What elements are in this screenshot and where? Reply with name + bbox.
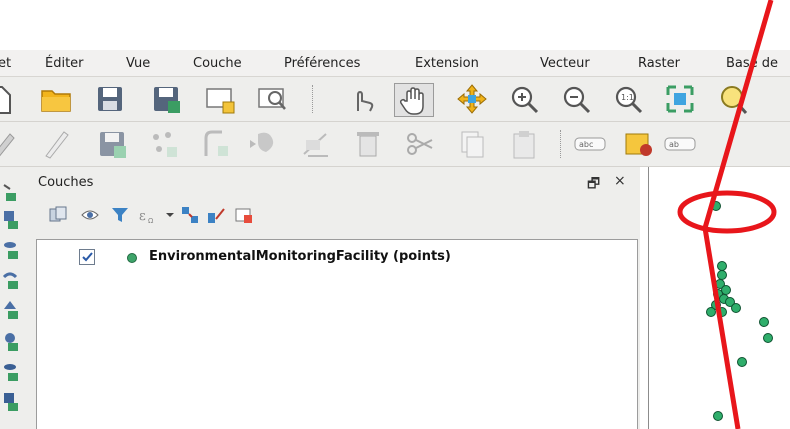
toolbar-separator (560, 130, 562, 158)
layer-name: EnvironmentalMonitoringFacility (points) (149, 249, 451, 264)
zoom-full-icon[interactable] (664, 83, 696, 115)
close-panel-button[interactable]: × (614, 173, 626, 189)
chevron-down-icon[interactable] (160, 205, 180, 225)
map-point[interactable] (706, 307, 716, 317)
point-symbol-icon (127, 253, 137, 263)
cut-features-icon[interactable] (404, 128, 436, 160)
add-mssql-layer-icon[interactable] (2, 299, 24, 321)
add-wms-layer-icon[interactable] (2, 361, 24, 383)
file-navigation-toolbar: 1:1 (0, 77, 790, 122)
map-point[interactable] (717, 307, 727, 317)
map-point[interactable] (763, 333, 773, 343)
svg-text:abc: abc (579, 140, 593, 149)
layer-styling-icon[interactable] (48, 205, 68, 225)
add-oracle-layer-icon[interactable] (2, 331, 24, 353)
delete-selected-icon[interactable] (300, 128, 332, 160)
svg-text:ab: ab (669, 140, 679, 149)
current-edits-icon[interactable] (0, 128, 18, 160)
add-postgis-layer-icon[interactable] (2, 239, 24, 261)
svg-text:ε: ε (139, 209, 146, 224)
pan-hand-icon[interactable] (394, 83, 434, 117)
menu-bar: et Éditer Vue Couche Préférences Extensi… (0, 50, 790, 77)
map-point[interactable] (731, 303, 741, 313)
delete-trash-icon[interactable] (352, 128, 384, 160)
zoom-in-icon[interactable] (508, 83, 540, 115)
collapse-all-icon[interactable] (206, 205, 226, 225)
node-tool-icon[interactable] (246, 128, 278, 160)
layer-list: EnvironmentalMonitoringFacility (points) (36, 239, 638, 429)
save-as-icon[interactable] (150, 83, 182, 115)
layer-visibility-checkbox[interactable] (79, 249, 95, 265)
add-vector-layer-icon[interactable] (2, 181, 24, 203)
filter-expression-icon[interactable]: εΩ (138, 205, 158, 225)
map-point[interactable] (711, 201, 721, 211)
menu-base-de-donnees[interactable]: Base de (726, 56, 778, 71)
label-style-icon[interactable] (624, 128, 656, 160)
visibility-eye-icon[interactable] (80, 205, 100, 225)
add-feature-icon[interactable] (148, 128, 180, 160)
map-point[interactable] (737, 357, 747, 367)
layers-panel-toolbar: εΩ (30, 195, 640, 235)
pan-to-selection-icon[interactable] (456, 83, 488, 115)
manage-layers-toolbar (0, 167, 31, 429)
composer-manager-icon[interactable] (256, 83, 288, 115)
open-folder-icon[interactable] (40, 83, 72, 115)
menu-extension[interactable]: Extension (415, 56, 479, 71)
add-wfs-layer-icon[interactable] (2, 391, 24, 413)
menu-preferences[interactable]: Préférences (284, 56, 360, 71)
identify-icon[interactable] (716, 83, 748, 115)
qgis-window: et Éditer Vue Couche Préférences Extensi… (0, 0, 790, 429)
save-edits-icon[interactable] (96, 128, 128, 160)
menu-editer[interactable]: Éditer (45, 56, 84, 71)
remove-layer-icon[interactable] (234, 205, 254, 225)
menu-vue[interactable]: Vue (126, 56, 150, 71)
menu-projet[interactable]: et (0, 56, 11, 71)
menu-raster[interactable]: Raster (638, 56, 680, 71)
map-canvas[interactable] (648, 167, 790, 429)
map-point[interactable] (759, 317, 769, 327)
filter-funnel-icon[interactable] (110, 205, 130, 225)
save-icon[interactable] (94, 83, 126, 115)
add-raster-layer-icon[interactable] (2, 209, 24, 231)
zoom-out-icon[interactable] (560, 83, 592, 115)
layers-panel: Couches 🗗 × εΩ EnvironmentalMonitoringFa… (30, 167, 640, 429)
touch-icon[interactable] (346, 83, 378, 115)
paste-features-icon[interactable] (508, 128, 540, 160)
svg-text:Ω: Ω (148, 217, 154, 225)
menu-vecteur[interactable]: Vecteur (540, 56, 590, 71)
add-spatialite-layer-icon[interactable] (2, 269, 24, 291)
toggle-edit-icon[interactable] (40, 128, 72, 160)
label-abc-icon[interactable]: abc (574, 128, 606, 160)
label-pin-icon[interactable]: ab (664, 128, 696, 160)
float-panel-button[interactable]: 🗗 (587, 173, 600, 197)
zoom-1-1-icon[interactable]: 1:1 (612, 83, 644, 115)
svg-text:1:1: 1:1 (621, 93, 634, 102)
expand-all-icon[interactable] (180, 205, 200, 225)
panel-title: Couches (38, 175, 94, 190)
map-point[interactable] (713, 411, 723, 421)
toolbar-separator (312, 85, 314, 113)
digitizing-toolbar: abc ab (0, 122, 790, 167)
copy-features-icon[interactable] (456, 128, 488, 160)
new-project-icon[interactable] (0, 83, 14, 115)
menu-couche[interactable]: Couche (193, 56, 242, 71)
new-print-composer-icon[interactable] (204, 83, 236, 115)
move-feature-icon[interactable] (200, 128, 232, 160)
